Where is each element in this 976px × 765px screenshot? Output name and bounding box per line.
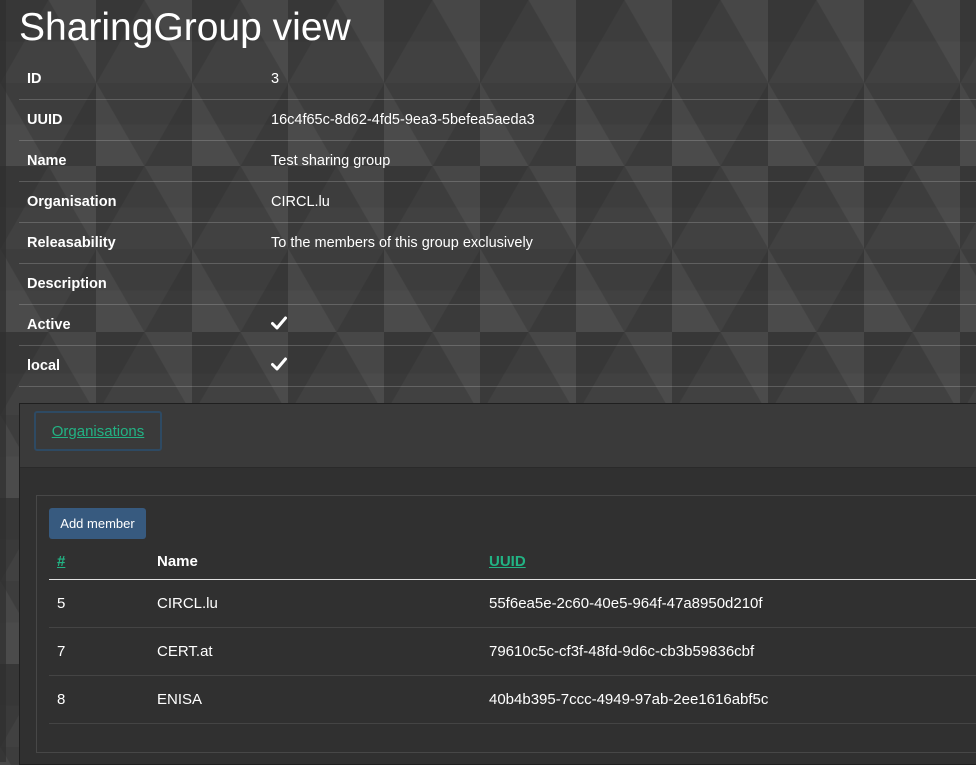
- detail-value: CIRCL.lu: [271, 194, 330, 210]
- column-header-name: Name: [157, 552, 198, 570]
- column-header-id[interactable]: #: [49, 553, 157, 570]
- detail-value: Test sharing group: [271, 153, 391, 169]
- cell-uuid: 79610c5c-cf3f-48fd-9d6c-cb3b59836cbf: [489, 643, 755, 660]
- detail-row-local: local: [19, 346, 976, 387]
- detail-value: 16c4f65c-8d62-4fd5-9ea3-5befea5aeda3: [271, 112, 535, 128]
- sharing-group-details: ID 3 UUID 16c4f65c-8d62-4fd5-9ea3-5befea…: [19, 59, 976, 387]
- detail-value: To the members of this group exclusively: [271, 235, 533, 251]
- detail-key: ID: [27, 71, 42, 87]
- detail-key: UUID: [27, 112, 63, 128]
- cell-id: 5: [57, 595, 66, 612]
- table-row: 7 CERT.at 79610c5c-cf3f-48fd-9d6c-cb3b59…: [49, 628, 976, 676]
- detail-value: 3: [271, 71, 280, 87]
- detail-row-active: Active: [19, 305, 976, 346]
- detail-row-organisation: Organisation CIRCL.lu: [19, 182, 976, 223]
- sidebar-edge: [0, 0, 6, 762]
- table-header: # Name UUID: [49, 543, 976, 580]
- members-container: Add member # Name UUID 5 CIRCL.lu 55f6ea…: [36, 495, 976, 753]
- check-icon: [271, 316, 287, 330]
- detail-key: Releasability: [27, 235, 116, 251]
- tab-bar: Organisations: [20, 404, 976, 468]
- detail-key: Organisation: [27, 194, 117, 210]
- detail-key: Description: [27, 276, 107, 292]
- cell-uuid: 40b4b395-7ccc-4949-97ab-2ee1616abf5c: [489, 691, 769, 708]
- sort-link-uuid[interactable]: UUID: [489, 553, 526, 570]
- cell-name: CIRCL.lu: [157, 595, 218, 612]
- table-row: 8 ENISA 40b4b395-7ccc-4949-97ab-2ee1616a…: [49, 676, 976, 724]
- add-member-button[interactable]: Add member: [49, 508, 146, 539]
- detail-row-name: Name Test sharing group: [19, 141, 976, 182]
- cell-name: CERT.at: [157, 643, 213, 660]
- cell-id: 8: [57, 691, 66, 708]
- cell-name: ENISA: [157, 691, 203, 708]
- detail-value: [271, 316, 287, 334]
- check-icon: [271, 357, 287, 371]
- organisations-panel: Organisations Add member # Name UUID 5 C…: [19, 403, 976, 765]
- column-header-uuid[interactable]: UUID: [489, 553, 976, 570]
- table-row: 5 CIRCL.lu 55f6ea5e-2c60-40e5-964f-47a89…: [49, 580, 976, 628]
- tab-organisations[interactable]: Organisations: [34, 411, 162, 451]
- detail-row-releasability: Releasability To the members of this gro…: [19, 223, 976, 264]
- detail-row-uuid: UUID 16c4f65c-8d62-4fd5-9ea3-5befea5aeda…: [19, 100, 976, 141]
- cell-uuid: 55f6ea5e-2c60-40e5-964f-47a8950d210f: [489, 595, 763, 612]
- detail-value: [271, 357, 287, 375]
- detail-key: Active: [27, 317, 71, 333]
- members-table: # Name UUID 5 CIRCL.lu 55f6ea5e-2c60-40e…: [49, 543, 976, 724]
- tab-label[interactable]: Organisations: [52, 423, 145, 440]
- cell-id: 7: [57, 643, 66, 660]
- page-title: SharingGroup view: [19, 6, 351, 49]
- detail-key: local: [27, 358, 61, 374]
- detail-row-description: Description: [19, 264, 976, 305]
- sort-link-id[interactable]: #: [57, 553, 65, 570]
- detail-row-id: ID 3: [19, 59, 976, 100]
- detail-key: Name: [27, 153, 67, 169]
